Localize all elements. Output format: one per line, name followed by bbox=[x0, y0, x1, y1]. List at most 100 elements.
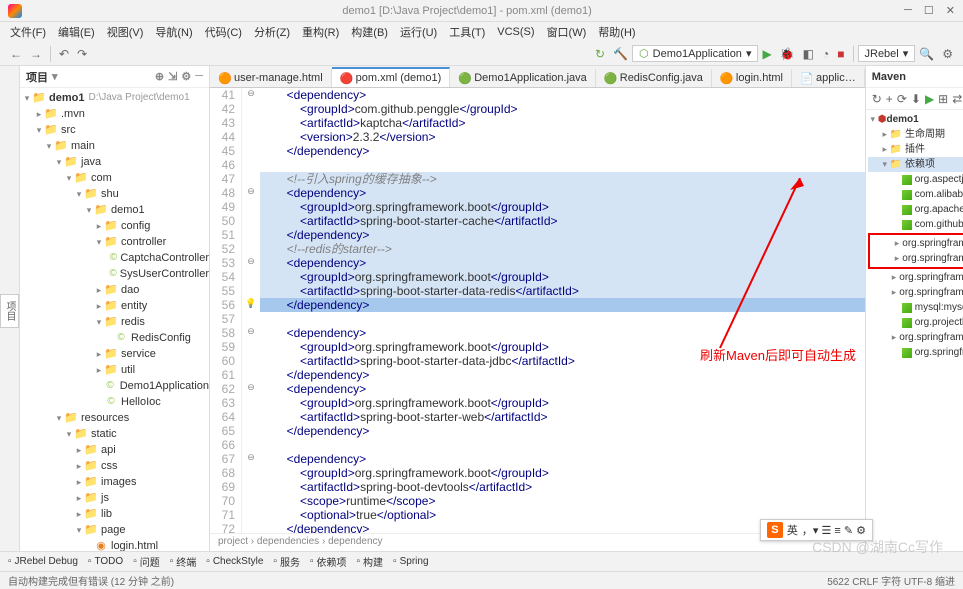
tool-tab[interactable]: 项目 bbox=[0, 294, 19, 328]
maven-plugins[interactable]: ▸📁 插件 bbox=[868, 142, 963, 157]
run-icon[interactable]: ▶ bbox=[925, 92, 934, 106]
maven-root[interactable]: ▾⬢ demo1 bbox=[868, 112, 963, 127]
add-icon[interactable]: + bbox=[886, 92, 893, 106]
menu-item[interactable]: 视图(V) bbox=[103, 22, 148, 42]
tree-node[interactable]: ▾📁demo1 bbox=[20, 202, 209, 218]
profile-icon[interactable]: ◔ bbox=[818, 45, 833, 63]
bottom-tab[interactable]: ▫构建 bbox=[357, 554, 384, 569]
tree-node[interactable]: CaptchaController bbox=[20, 250, 209, 266]
maven-dep[interactable]: ▸org.springframework.boot:spring-boot-st… bbox=[868, 270, 963, 285]
menu-item[interactable]: 帮助(H) bbox=[594, 22, 639, 42]
maven-dep[interactable]: ▸org.springframework.boot:spring-boot-st… bbox=[871, 236, 963, 251]
editor-tab[interactable]: 🔴pom.xml (demo1) bbox=[332, 67, 451, 87]
tree-node[interactable]: ▸📁.mvn bbox=[20, 106, 209, 122]
menu-item[interactable]: 文件(F) bbox=[6, 22, 50, 42]
editor-tab[interactable]: 🟠login.html bbox=[712, 69, 792, 87]
maven-dep[interactable]: org.apache.commons:commons-lang3:3.4 bbox=[868, 202, 963, 217]
bottom-tab[interactable]: ▫TODO bbox=[88, 556, 123, 567]
download-icon[interactable]: ⬇ bbox=[911, 92, 921, 106]
menu-item[interactable]: 运行(U) bbox=[396, 22, 441, 42]
redo-icon[interactable]: ↷ bbox=[73, 45, 91, 63]
run-icon[interactable]: ▶ bbox=[758, 45, 775, 63]
maven-dep[interactable]: ▸org.springframework.boot:spring-boot-st… bbox=[868, 330, 963, 345]
tree-node[interactable]: ▾📁static bbox=[20, 426, 209, 442]
tree-node[interactable]: ▸📁config bbox=[20, 218, 209, 234]
settings-icon[interactable]: ⚙ bbox=[938, 45, 957, 63]
menu-item[interactable]: 导航(N) bbox=[151, 22, 196, 42]
run-config-select[interactable]: ⬡ Demo1Application ▾ bbox=[632, 45, 758, 62]
tree-node[interactable]: HelloIoc bbox=[20, 394, 209, 410]
maven-tree[interactable]: ▾⬢ demo1▸📁 生命周期▸📁 插件▾📁 依赖项org.aspectj:as… bbox=[866, 110, 963, 551]
maven-dep[interactable]: com.alibaba:fastjson:1.2.73 bbox=[868, 187, 963, 202]
hide-icon[interactable]: ─ bbox=[195, 70, 203, 83]
jrebel-select[interactable]: JRebel ▾ bbox=[858, 45, 916, 62]
tree-node[interactable]: ▸📁entity bbox=[20, 298, 209, 314]
bottom-tab[interactable]: ▫问题 bbox=[133, 554, 160, 569]
execute-icon[interactable]: ⊞ bbox=[938, 92, 948, 106]
menu-item[interactable]: 工具(T) bbox=[445, 22, 489, 42]
maven-dep[interactable]: org.springframework:spring-jdbc:5.3.12 bbox=[868, 345, 963, 360]
code-editor[interactable]: <dependency> <groupId>com.github.penggle… bbox=[260, 88, 865, 533]
settings-icon[interactable]: ⚙ bbox=[181, 70, 191, 83]
undo-icon[interactable]: ↶ bbox=[55, 45, 73, 63]
close-icon[interactable]: ✕ bbox=[946, 4, 955, 17]
toggle-icon[interactable]: ⇄ bbox=[952, 92, 962, 106]
minimize-icon[interactable]: ─ bbox=[904, 4, 912, 17]
menu-item[interactable]: 窗口(W) bbox=[543, 22, 591, 42]
stop-icon[interactable]: ■ bbox=[833, 45, 848, 63]
tree-node[interactable]: ▾📁page bbox=[20, 522, 209, 538]
menu-item[interactable]: 编辑(E) bbox=[54, 22, 99, 42]
menu-item[interactable]: VCS(S) bbox=[493, 24, 538, 40]
forward-icon[interactable]: → bbox=[26, 45, 46, 63]
tree-node[interactable]: ▾📁src bbox=[20, 122, 209, 138]
tree-node[interactable]: Demo1Application bbox=[20, 378, 209, 394]
tree-node[interactable]: ▾📁redis bbox=[20, 314, 209, 330]
menu-item[interactable]: 构建(B) bbox=[347, 22, 392, 42]
tree-node[interactable]: ▸📁service bbox=[20, 346, 209, 362]
maven-dep[interactable]: ▸org.springframework.boot:spring-boot-de… bbox=[868, 285, 963, 300]
bottom-tab[interactable]: ▫依赖项 bbox=[310, 554, 347, 569]
tree-node[interactable]: ▾📁com bbox=[20, 170, 209, 186]
tree-root[interactable]: ▾📁demo1D:\Java Project\demo1 bbox=[20, 90, 209, 106]
tree-node[interactable]: ▸📁css bbox=[20, 458, 209, 474]
editor-tab[interactable]: 🟠user-manage.html bbox=[210, 69, 332, 87]
coverage-icon[interactable]: ◧ bbox=[799, 45, 818, 63]
refresh-icon[interactable]: ↻ bbox=[872, 92, 882, 106]
tree-node[interactable]: ▾📁shu bbox=[20, 186, 209, 202]
back-icon[interactable]: ← bbox=[6, 45, 26, 63]
menu-item[interactable]: 代码(C) bbox=[201, 22, 246, 42]
tree-node[interactable]: RedisConfig bbox=[20, 330, 209, 346]
maven-dep[interactable]: com.github.penggle:kaptcha:2.3.2 bbox=[868, 217, 963, 232]
tree-node[interactable]: ▸📁images bbox=[20, 474, 209, 490]
bottom-tab[interactable]: ▫CheckStyle bbox=[206, 556, 263, 567]
maven-dep[interactable]: org.projectlombok:lombok:1.18.22 bbox=[868, 315, 963, 330]
editor-tab[interactable]: 🟢RedisConfig.java bbox=[596, 69, 712, 87]
tree-node[interactable]: ▸📁js bbox=[20, 490, 209, 506]
tree-node[interactable]: ▾📁java bbox=[20, 154, 209, 170]
bottom-tab[interactable]: ▫终端 bbox=[170, 554, 197, 569]
tree-node[interactable]: ▸📁api bbox=[20, 442, 209, 458]
tree-node[interactable]: ▸📁lib bbox=[20, 506, 209, 522]
bottom-tab[interactable]: ▫JRebel Debug bbox=[8, 556, 78, 567]
generate-icon[interactable]: ⟳ bbox=[897, 92, 907, 106]
tree-node[interactable]: ▾📁main bbox=[20, 138, 209, 154]
tree-node[interactable]: ▸📁dao bbox=[20, 282, 209, 298]
collapse-icon[interactable]: ⊕ bbox=[155, 70, 164, 83]
build-icon[interactable]: 🔨 bbox=[609, 45, 632, 63]
maven-dep[interactable]: org.aspectj:aspectjweaver:1.9.1 bbox=[868, 172, 963, 187]
tree-node[interactable]: SysUserController bbox=[20, 266, 209, 282]
editor-tab[interactable]: 🟢Demo1Application.java bbox=[450, 69, 596, 87]
expand-icon[interactable]: ⇲ bbox=[168, 70, 177, 83]
menu-item[interactable]: 重构(R) bbox=[298, 22, 343, 42]
tree-node[interactable]: ▾📁controller bbox=[20, 234, 209, 250]
maven-dep[interactable]: ▸org.springframework.boot:spring-boot-st… bbox=[871, 251, 963, 266]
bottom-tab[interactable]: ▫服务 bbox=[273, 554, 300, 569]
maximize-icon[interactable]: ☐ bbox=[924, 4, 934, 17]
tree-node[interactable]: ▾📁resources bbox=[20, 410, 209, 426]
editor-tab[interactable]: 📄applic… bbox=[792, 69, 865, 87]
menu-item[interactable]: 分析(Z) bbox=[250, 22, 294, 42]
reload-icon[interactable]: ↻ bbox=[591, 45, 609, 63]
project-tree[interactable]: ▾📁demo1D:\Java Project\demo1▸📁.mvn▾📁src▾… bbox=[20, 88, 209, 551]
bottom-tab[interactable]: ▫Spring bbox=[393, 556, 428, 567]
maven-deps[interactable]: ▾📁 依赖项 bbox=[868, 157, 963, 172]
